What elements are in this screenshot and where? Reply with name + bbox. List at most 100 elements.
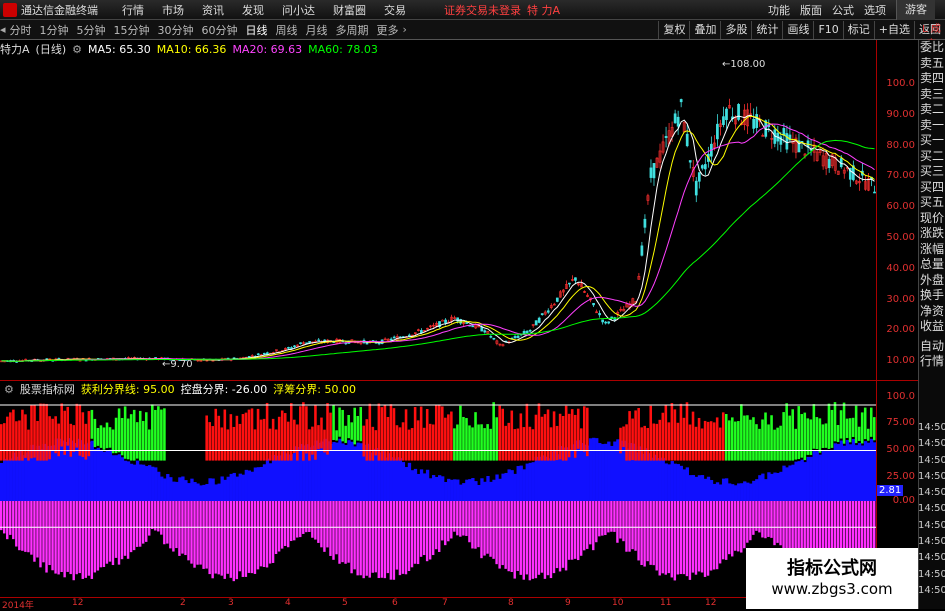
period-monthly[interactable]: 月线 — [302, 22, 332, 38]
side-tab[interactable]: 换手 — [919, 288, 945, 304]
side-tab[interactable]: 净资 — [919, 304, 945, 320]
tool-add-watchlist[interactable]: +自选 — [873, 21, 914, 39]
side-tab[interactable]: 行情 — [919, 354, 945, 370]
indicator-red-bar — [573, 414, 577, 458]
menu-discover[interactable]: 发现 — [242, 2, 264, 18]
period-60min[interactable]: 60分钟 — [198, 22, 242, 38]
tool-overlay[interactable]: 叠加 — [689, 21, 720, 39]
indicator-blue-bar — [105, 450, 110, 501]
indicator-blue-bar — [555, 454, 560, 501]
menu-functions[interactable]: 功能 — [768, 2, 790, 18]
period-more[interactable]: 更多 — [373, 22, 403, 38]
tool-f10[interactable]: F10 — [813, 21, 842, 39]
chevron-right-icon[interactable]: › — [403, 23, 407, 36]
period-intraday[interactable]: 分时 — [6, 22, 36, 38]
indicator-blue-bar — [513, 473, 517, 501]
menu-news[interactable]: 资讯 — [202, 2, 224, 18]
menu-layout[interactable]: 版面 — [800, 2, 822, 18]
indicator-magenta-bar — [84, 501, 87, 578]
candlestick-chart[interactable]: ←108.00 ←9.70 — [0, 57, 876, 377]
side-tab[interactable]: 卖三 — [919, 87, 945, 103]
indicator-blue-bar — [401, 462, 406, 501]
tool-mark[interactable]: 标记 — [842, 21, 874, 39]
candle-body — [392, 336, 396, 339]
period-1min[interactable]: 1分钟 — [36, 22, 73, 38]
side-tab[interactable]: 涨幅 — [919, 242, 945, 258]
indicator-red-bar — [416, 420, 420, 461]
period-weekly[interactable]: 周线 — [272, 22, 302, 38]
indicator-magenta-bar — [111, 501, 115, 566]
indicator-chart[interactable] — [0, 397, 876, 597]
side-tab[interactable]: 卖四 — [919, 71, 945, 87]
period-multi[interactable]: 多周期 — [332, 22, 373, 38]
indicator-green-bar — [836, 425, 840, 443]
menu-trade[interactable]: 交易 — [384, 2, 406, 18]
side-tab[interactable]: 买五 — [919, 195, 945, 211]
indicator-red-bar — [271, 418, 275, 461]
indicator-magenta-bar — [187, 501, 190, 561]
indicator-magenta-bar — [625, 501, 628, 552]
indicator-blue-bar — [727, 483, 732, 501]
tool-statistics[interactable]: 统计 — [751, 21, 782, 39]
indicator-blue-bar — [764, 479, 768, 501]
candle-body — [262, 352, 266, 355]
menu-wealth[interactable]: 财富圈 — [333, 2, 366, 18]
side-tab[interactable]: 自动 — [919, 339, 945, 355]
menu-quotes[interactable]: 行情 — [122, 2, 144, 18]
tool-restore-rights[interactable]: 复权 — [658, 21, 689, 39]
settings-icon[interactable]: ⚙ — [72, 43, 82, 56]
side-tab[interactable]: 买四 — [919, 180, 945, 196]
side-tab[interactable]: 外盘 — [919, 273, 945, 289]
indicator-blue-bar — [809, 456, 813, 501]
indicator-red-bar — [229, 414, 233, 461]
indicator-blue-bar — [214, 484, 218, 501]
menu-market[interactable]: 市场 — [162, 2, 184, 18]
side-tab[interactable]: 委比 — [919, 40, 945, 56]
menu-ask[interactable]: 问小达 — [282, 2, 315, 18]
guest-button[interactable]: 游客 — [896, 0, 935, 20]
indicator-blue-bar — [842, 445, 847, 501]
indicator-magenta-bar — [166, 501, 169, 544]
indicator-magenta-bar — [564, 501, 568, 571]
period-15min[interactable]: 15分钟 — [110, 22, 154, 38]
menu-options[interactable]: 选项 — [864, 2, 886, 18]
high-annotation: ←108.00 — [722, 59, 765, 70]
period-30min[interactable]: 30分钟 — [154, 22, 198, 38]
indicator-red-bar — [534, 414, 538, 461]
candle-body — [471, 325, 475, 328]
indicator-blue-bar — [178, 477, 182, 501]
side-tab[interactable]: 收益 — [919, 319, 945, 335]
indicator-blue-bar — [447, 478, 451, 501]
indicator-blue-bar — [0, 462, 4, 501]
period-daily[interactable]: 日线 — [242, 22, 272, 38]
tool-multi-stock[interactable]: 多股 — [720, 21, 751, 39]
indicator-green-bar — [105, 422, 109, 449]
side-tab[interactable]: 买一 — [919, 133, 945, 149]
indicator-magenta-bar — [238, 501, 242, 572]
price-tick-label: 80.00 — [886, 139, 915, 151]
side-tab[interactable]: 卖二 — [919, 102, 945, 118]
indicator-magenta-bar — [519, 501, 522, 575]
side-tab[interactable]: 卖五 — [919, 56, 945, 72]
side-tab[interactable]: 买三 — [919, 164, 945, 180]
indicator-green-bar — [353, 407, 356, 445]
tool-draw[interactable]: 画线 — [782, 21, 813, 39]
indicator-blue-bar — [226, 476, 230, 501]
indicator-settings-icon[interactable]: ⚙ — [4, 383, 14, 396]
side-tab[interactable]: 现价 — [919, 211, 945, 227]
date-label: 12 — [72, 598, 84, 608]
indicator-magenta-bar — [643, 501, 646, 567]
indicator-magenta-bar — [709, 501, 713, 571]
menu-formula[interactable]: 公式 — [832, 2, 854, 18]
side-tab[interactable]: 总量 — [919, 257, 945, 273]
indicator-magenta-bar — [256, 501, 260, 570]
side-tab[interactable]: 卖一 — [919, 118, 945, 134]
login-status: 证券交易未登录 — [444, 3, 521, 17]
side-tab[interactable]: 买二 — [919, 149, 945, 165]
indicator-magenta-bar — [522, 501, 525, 580]
side-tab[interactable]: 涨跌 — [919, 226, 945, 242]
indicator-blue-bar — [818, 454, 822, 501]
date-label: 9 — [565, 598, 571, 608]
period-5min[interactable]: 5分钟 — [73, 22, 110, 38]
indicator-green-bar — [90, 409, 94, 439]
